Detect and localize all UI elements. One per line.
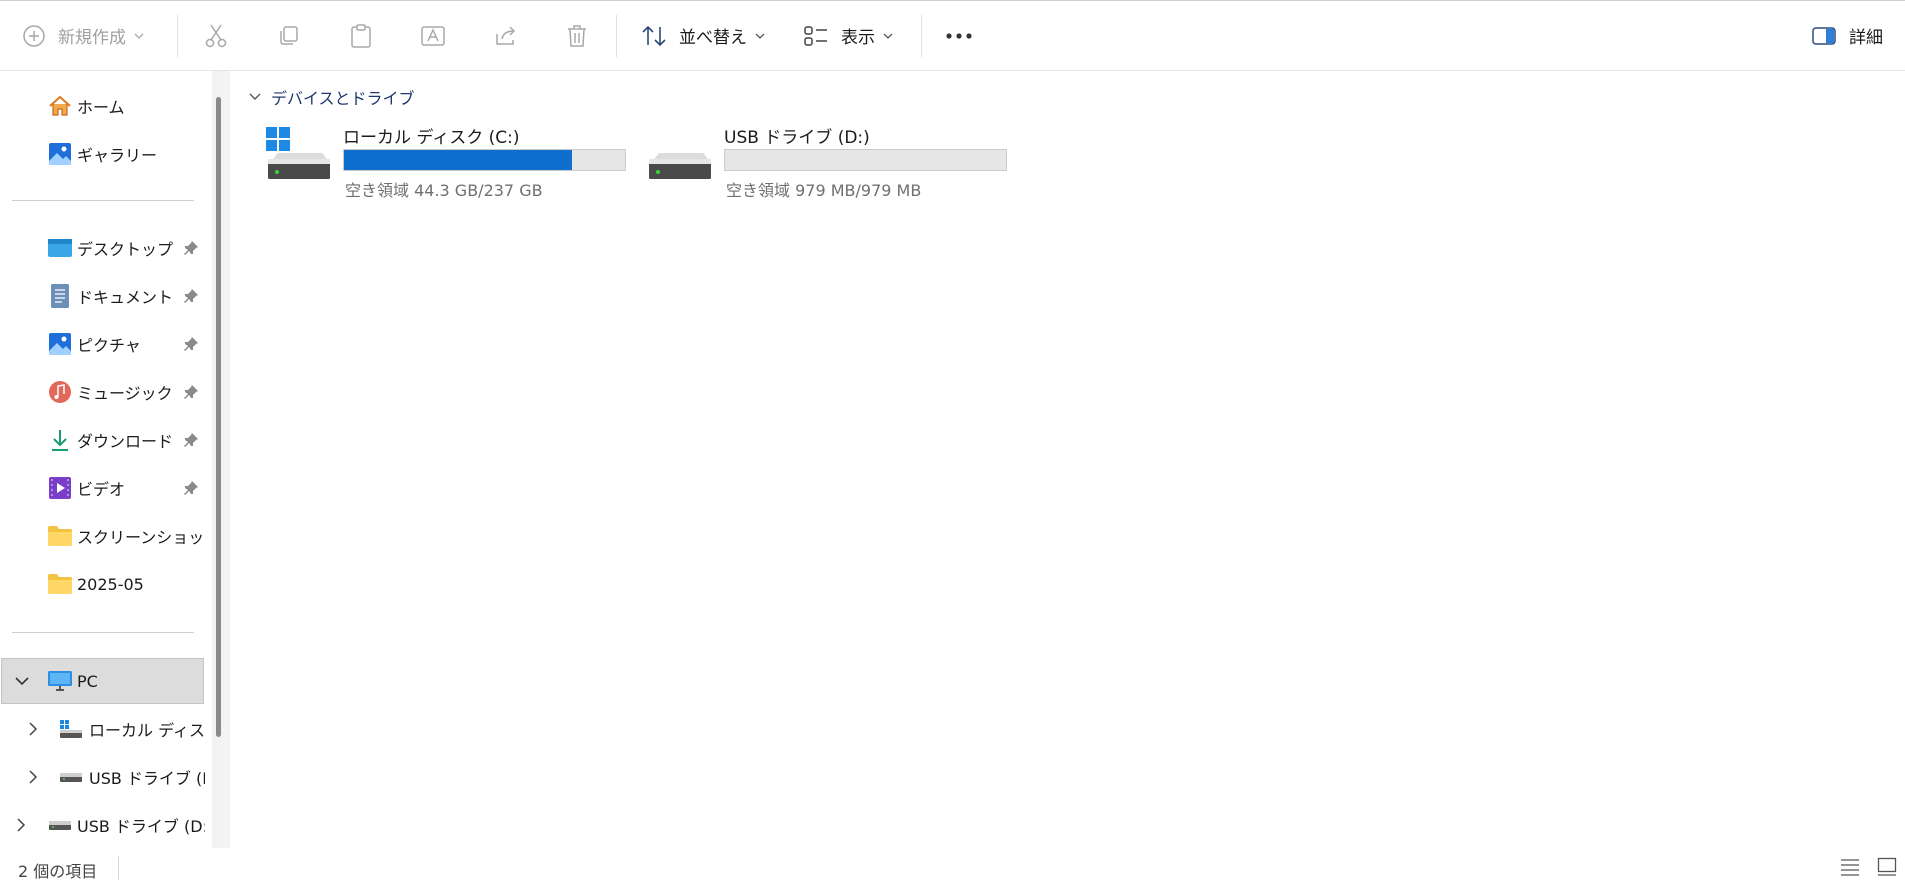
sidebar-item-label: USB ドライブ (D:): [77, 817, 205, 836]
section-title: デバイスとドライブ: [271, 89, 415, 108]
share-button[interactable]: [493, 1, 519, 70]
copy-icon: [280, 25, 298, 45]
details-pane-button[interactable]: 詳細: [1811, 1, 1883, 70]
drive-name: ローカル ディスク (C:): [343, 128, 520, 148]
drive-d-info: USB ドライブ (D:) 空き領域 979 MB/979 MB: [724, 121, 1104, 201]
view-button[interactable]: 表示: [803, 1, 893, 70]
navigation-pane: ホーム ギャラリー デスクトップ ドキュメント ピクチャ ミュージック ダウンロ…: [0, 71, 230, 848]
sidebar-item-label: ミュージック: [77, 384, 173, 403]
file-list-pane: デバイスとドライブ ローカル ディスク (C:) 空き領域 44.3 GB/23…: [231, 71, 1905, 848]
usb-drive-icon: [58, 764, 84, 790]
chevron-right-icon[interactable]: [29, 770, 38, 784]
gallery-icon: [47, 141, 73, 167]
sidebar-item-label: ローカル ディスク: [89, 721, 205, 740]
sidebar-item-label: 2025-05: [77, 574, 144, 594]
navigation-scrollbar-track[interactable]: [212, 71, 230, 848]
new-button-label: 新規作成: [58, 28, 126, 48]
toolbar-separator: [921, 15, 922, 57]
sidebar-item-label: ギャラリー: [77, 146, 158, 165]
sidebar-item-label: ピクチャ: [77, 336, 141, 355]
pc-icon: [47, 668, 73, 694]
sidebar-item-label: USB ドライブ (D:: [89, 769, 205, 788]
pin-icon[interactable]: [183, 432, 199, 448]
sidebar-item-label: ダウンロード: [77, 432, 174, 451]
more-icon: [946, 32, 972, 39]
pin-icon[interactable]: [183, 288, 199, 304]
copy-button[interactable]: [277, 1, 301, 70]
command-bar: 新規作成 並べ替え 表示 詳細: [0, 1, 1905, 71]
rename-button[interactable]: [420, 1, 446, 70]
add-circle-icon: [23, 24, 45, 47]
toolbar-separator: [616, 15, 617, 57]
pin-icon[interactable]: [183, 480, 199, 496]
downloads-icon: [47, 427, 73, 453]
toolbar-separator: [177, 15, 178, 57]
sidebar-item-label: PC: [77, 671, 98, 691]
more-options-button[interactable]: [945, 1, 973, 70]
storage-bar: [724, 149, 1007, 171]
chevron-down-icon: [249, 93, 261, 100]
paste-button[interactable]: [349, 1, 373, 70]
home-icon: [47, 93, 73, 119]
desktop-folder-icon: [47, 235, 73, 261]
pin-icon[interactable]: [183, 384, 199, 400]
storage-bar: [343, 149, 626, 171]
cut-button[interactable]: [204, 1, 228, 70]
new-button[interactable]: 新規作成: [22, 1, 144, 70]
music-folder-icon: [47, 379, 73, 405]
usb-drive-icon: [47, 812, 73, 838]
trash-icon: [568, 24, 586, 47]
pin-icon[interactable]: [183, 240, 199, 256]
drive-name: USB ドライブ (D:): [724, 128, 870, 148]
chevron-down-icon: [755, 33, 765, 39]
paste-icon: [351, 23, 371, 48]
folder-icon: [47, 523, 73, 549]
details-view-icon[interactable]: [1840, 858, 1860, 876]
storage-bar-fill: [344, 150, 572, 170]
chevron-down-icon: [134, 33, 144, 39]
usb-drive-icon: [649, 153, 711, 179]
status-bar: 2 個の項目: [0, 848, 1905, 888]
sidebar-item-label: スクリーンショット: [77, 528, 205, 547]
sort-button-label: 並べ替え: [679, 28, 747, 48]
navigation-scrollbar-thumb[interactable]: [216, 97, 221, 737]
sidebar-item-label: ビデオ: [77, 480, 126, 499]
chevron-right-icon[interactable]: [17, 818, 26, 832]
rename-icon: [421, 25, 445, 46]
view-layout-icon: [804, 25, 827, 46]
share-icon: [496, 25, 516, 45]
sort-button[interactable]: 並べ替え: [641, 1, 765, 70]
folder-icon: [47, 571, 73, 597]
sort-icon: [642, 25, 666, 46]
cut-icon: [205, 24, 227, 47]
videos-folder-icon: [47, 475, 73, 501]
delete-button[interactable]: [566, 1, 588, 70]
chevron-right-icon[interactable]: [29, 722, 38, 736]
free-space-text: 空き領域 44.3 GB/237 GB: [345, 181, 543, 200]
sidebar-divider: [12, 200, 194, 201]
item-count: 2 個の項目: [18, 862, 98, 881]
free-space-text: 空き領域 979 MB/979 MB: [726, 181, 922, 200]
selection-highlight: [1, 658, 204, 704]
navigation-pane-content: ホーム ギャラリー デスクトップ ドキュメント ピクチャ ミュージック ダウンロ…: [0, 71, 205, 848]
pictures-folder-icon: [47, 331, 73, 357]
tiles-view-icon[interactable]: [1877, 857, 1897, 877]
section-header-devices[interactable]: デバイスとドライブ: [249, 85, 415, 109]
sidebar-divider: [12, 632, 194, 633]
local-disk-icon: [58, 716, 84, 742]
sidebar-item-label: ドキュメント: [77, 288, 174, 307]
details-pane-icon: [1812, 26, 1836, 45]
sidebar-item-label: デスクトップ: [77, 240, 174, 259]
local-disk-icon: [266, 127, 330, 179]
chevron-down-icon[interactable]: [15, 676, 29, 686]
pin-icon[interactable]: [183, 336, 199, 352]
sidebar-item-label: ホーム: [77, 98, 125, 117]
status-separator: [118, 856, 119, 880]
documents-folder-icon: [47, 283, 73, 309]
details-pane-label: 詳細: [1849, 28, 1883, 48]
view-button-label: 表示: [841, 28, 875, 48]
chevron-down-icon: [883, 33, 893, 39]
